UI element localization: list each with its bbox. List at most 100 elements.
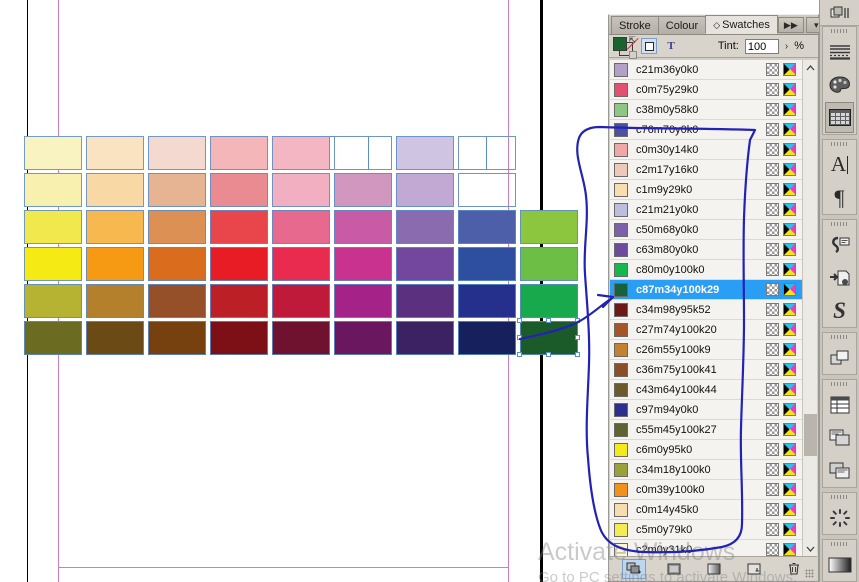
- dock-grip[interactable]: [823, 27, 856, 35]
- swatch-colour-chip[interactable]: [614, 422, 628, 437]
- swatch-row-selected[interactable]: c87m34y100k29: [610, 280, 802, 300]
- artboard-swatch-rect[interactable]: [520, 284, 578, 318]
- artboard-empty-frame[interactable]: [458, 173, 516, 207]
- artboard-swatch-rect[interactable]: [86, 210, 144, 244]
- artboard-swatch-rect[interactable]: [520, 210, 578, 244]
- artboard-swatch-rect[interactable]: [458, 210, 516, 244]
- fill-stroke-proxy[interactable]: ⇱: [613, 35, 639, 59]
- artboard-swatch-rect[interactable]: [24, 247, 82, 281]
- swatch-row[interactable]: c27m74y100k20: [610, 320, 802, 340]
- swap-fill-stroke-icon[interactable]: ⇱: [628, 35, 636, 46]
- artboard-swatch-rect[interactable]: [334, 247, 392, 281]
- dock-group-6[interactable]: [822, 492, 857, 535]
- dock-group-3[interactable]: S: [822, 219, 857, 328]
- tint-stepper-icon[interactable]: ›: [785, 41, 788, 52]
- swatch-colour-chip[interactable]: [614, 362, 628, 377]
- artboard-swatch-rect[interactable]: [148, 321, 206, 355]
- swatch-row[interactable]: c43m64y100k44: [610, 380, 802, 400]
- swatch-list[interactable]: c21m36y0k0 c0m75y29k0 c38m0y58k0 c76m70y0k0…: [610, 60, 802, 556]
- artboard-swatch-rect[interactable]: [334, 210, 392, 244]
- swatch-row[interactable]: c0m39y100k0: [610, 480, 802, 500]
- artboard-swatch-rect[interactable]: [272, 136, 330, 170]
- artboard-swatch-rect[interactable]: [272, 210, 330, 244]
- swatch-colour-chip[interactable]: [614, 482, 628, 497]
- swatch-row[interactable]: c21m21y0k0: [610, 200, 802, 220]
- scroll-down-icon[interactable]: [803, 541, 817, 556]
- swatches-footer[interactable]: [610, 556, 817, 580]
- dock-grip[interactable]: [823, 540, 856, 548]
- selection-handle[interactable]: [575, 335, 580, 340]
- swatch-row[interactable]: c97m94y0k0: [610, 400, 802, 420]
- swatch-row[interactable]: c0m14y45k0: [610, 500, 802, 520]
- table-icon[interactable]: [823, 388, 856, 421]
- swatch-colour-chip[interactable]: [614, 122, 628, 137]
- swatch-list-scrollbar[interactable]: [802, 60, 817, 556]
- swatch-row[interactable]: c5m0y79k0: [610, 520, 802, 540]
- artboard-swatch-rect[interactable]: [272, 173, 330, 207]
- artboard-swatch-rect[interactable]: [210, 173, 268, 207]
- artboard-swatch-rect[interactable]: [210, 321, 268, 355]
- artboard-swatch-rect[interactable]: [24, 284, 82, 318]
- artboard-swatch-rect[interactable]: [396, 284, 454, 318]
- selection-handle[interactable]: [517, 318, 522, 323]
- swatches-toolbar[interactable]: ⇱ T Tint: 100 › %: [609, 35, 818, 59]
- artboard-swatch-rect[interactable]: [148, 247, 206, 281]
- swatch-row[interactable]: c80m0y100k0: [610, 260, 802, 280]
- dock-grip[interactable]: [823, 380, 856, 388]
- swatch-list-container[interactable]: c21m36y0k0 c0m75y29k0 c38m0y58k0 c76m70y0k0…: [610, 60, 817, 556]
- dock-grip[interactable]: [823, 220, 856, 228]
- swatch-colour-chip[interactable]: [614, 382, 628, 397]
- artboard-swatch-rect[interactable]: [86, 247, 144, 281]
- selection-handle[interactable]: [546, 318, 551, 323]
- swatch-row[interactable]: c63m80y0k0: [610, 240, 802, 260]
- swatch-row[interactable]: c38m0y58k0: [610, 100, 802, 120]
- panel-dock[interactable]: A ¶ S: [819, 0, 859, 582]
- new-swatch-button[interactable]: [742, 559, 766, 579]
- artboard-swatch-rect[interactable]: [396, 136, 454, 170]
- swatch-colour-chip[interactable]: [614, 262, 628, 277]
- tab-swatches[interactable]: ◇ Swatches: [705, 15, 778, 34]
- swatch-row[interactable]: c76m70y0k0: [610, 120, 802, 140]
- artboard-swatch-rect[interactable]: [148, 173, 206, 207]
- artboard-swatch-rect[interactable]: [24, 210, 82, 244]
- artboard-swatch-rect[interactable]: [334, 173, 392, 207]
- selection-handle[interactable]: [575, 352, 580, 357]
- swatch-colour-chip[interactable]: [614, 242, 628, 257]
- selection-handle[interactable]: [517, 335, 522, 340]
- swatch-colour-chip[interactable]: [614, 402, 628, 417]
- delete-swatch-button[interactable]: [782, 559, 806, 579]
- paragraph-icon[interactable]: ¶: [823, 181, 856, 214]
- artboard-swatch-rect[interactable]: [210, 284, 268, 318]
- artboard-empty-frame[interactable]: [334, 136, 392, 170]
- swatch-colour-chip[interactable]: [614, 462, 628, 477]
- swatch-colour-chip[interactable]: [614, 202, 628, 217]
- artboard-swatch-rect[interactable]: [396, 321, 454, 355]
- artboard-swatch-rect[interactable]: [396, 247, 454, 281]
- swatch-row[interactable]: c55m45y100k27: [610, 420, 802, 440]
- artboard-swatch-rect[interactable]: [396, 173, 454, 207]
- swatch-row[interactable]: c21m36y0k0: [610, 60, 802, 80]
- swatch-colour-chip[interactable]: [614, 282, 628, 297]
- script-label-icon[interactable]: S: [823, 294, 856, 327]
- swatch-colour-chip[interactable]: [614, 342, 628, 357]
- tab-colour[interactable]: Colour: [657, 16, 707, 34]
- tab-stroke[interactable]: Stroke: [611, 16, 659, 34]
- dock-grip[interactable]: [823, 333, 856, 341]
- swatch-row[interactable]: c36m75y100k41: [610, 360, 802, 380]
- scrollbar-thumb[interactable]: [804, 414, 817, 457]
- artboard-swatch-rect[interactable]: [86, 321, 144, 355]
- scroll-up-icon[interactable]: [803, 60, 817, 75]
- collapse-dock-button[interactable]: [820, 0, 859, 26]
- artboard-swatch-rect[interactable]: [458, 321, 516, 355]
- document-canvas[interactable]: [0, 0, 608, 582]
- fill-swatch[interactable]: [613, 36, 627, 51]
- formatting-affects-text-button[interactable]: T: [663, 38, 679, 54]
- artboard-swatch-rect[interactable]: [24, 321, 82, 355]
- swatch-colour-chip[interactable]: [614, 322, 628, 337]
- swatches-grid-icon[interactable]: [825, 102, 854, 133]
- paragraph-styles-icon[interactable]: [823, 35, 856, 68]
- artboard-swatch-rect[interactable]: [520, 247, 578, 281]
- swatch-colour-chip[interactable]: [614, 302, 628, 317]
- swatch-row[interactable]: c0m75y29k0: [610, 80, 802, 100]
- swatch-colour-chip[interactable]: [614, 522, 628, 537]
